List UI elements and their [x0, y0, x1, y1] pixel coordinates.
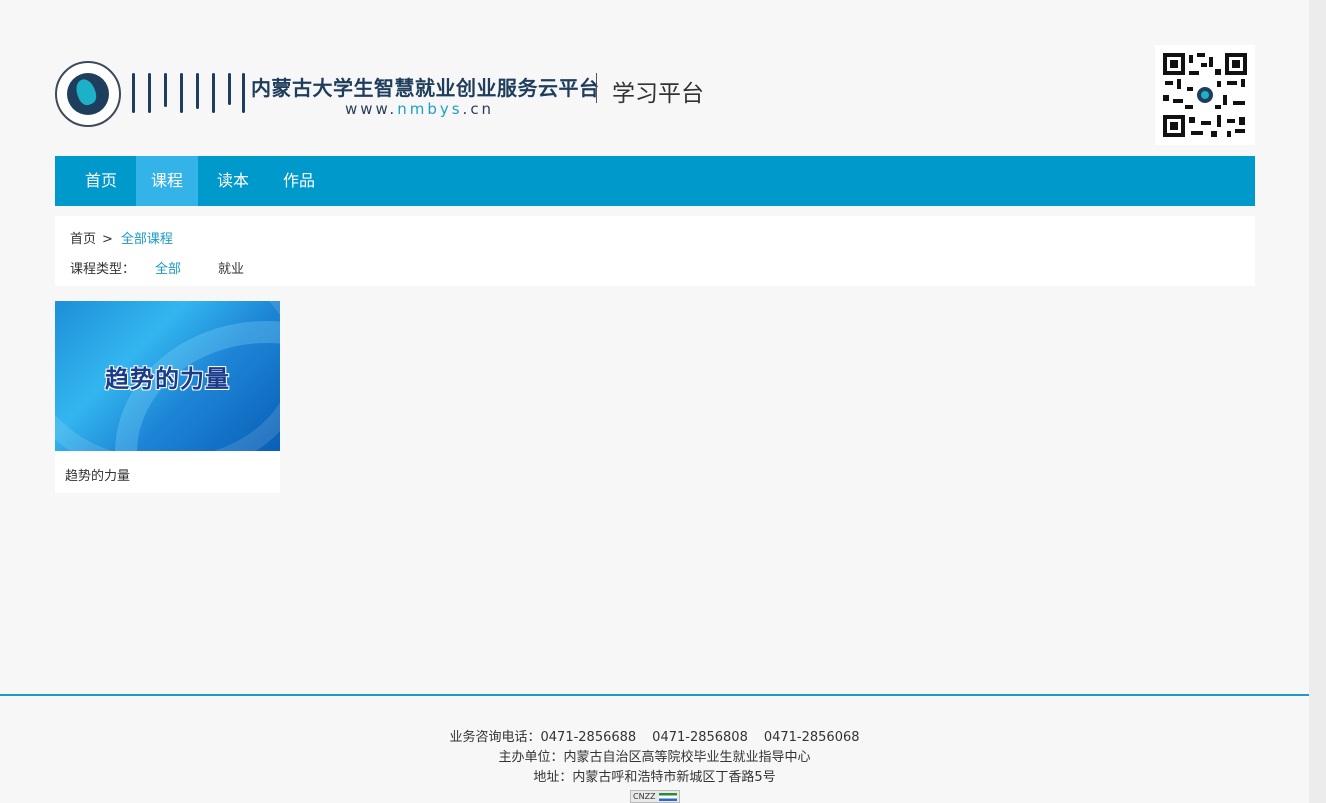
- breadcrumb-separator: >: [102, 232, 113, 247]
- footer-host: 主办单位：内蒙古自治区高等院校毕业生就业指导中心: [498, 750, 811, 765]
- site-header: 内蒙古大学生智慧就业创业服务云平台 www.nmbys.cn 学习平台: [55, 45, 1255, 145]
- cnzz-stats-badge-icon[interactable]: CNZZ: [630, 790, 680, 803]
- phone-number: 0471-2856688: [540, 730, 637, 745]
- footer-address: 地址：内蒙古呼和浩特市新城区丁香路5号: [533, 770, 776, 785]
- nav-item-courses[interactable]: 课程: [136, 156, 198, 206]
- phone-number: 0471-2856068: [763, 730, 860, 745]
- page: 内蒙古大学生智慧就业创业服务云平台 www.nmbys.cn 学习平台 首页 课…: [0, 0, 1309, 803]
- course-thumbnail-text: 趋势的力量: [105, 365, 230, 393]
- site-footer: 业务咨询电话：0471-2856688 0471-2856808 0471-2856…: [0, 728, 1309, 788]
- qr-code-icon: [1155, 45, 1255, 145]
- filter-option-all[interactable]: 全部: [155, 258, 181, 277]
- footer-divider: [0, 694, 1309, 696]
- course-filter-panel: 首页 > 全部课程 课程类型： 全部 就业: [55, 216, 1255, 286]
- vertical-scrollbar[interactable]: [1309, 0, 1326, 803]
- brand-title[interactable]: 内蒙古大学生智慧就业创业服务云平台: [251, 72, 600, 101]
- breadcrumb: 首页 > 全部课程: [70, 228, 173, 247]
- footer-phones: 业务咨询电话：0471-2856688 0471-2856808 0471-2856…: [449, 730, 860, 745]
- breadcrumb-home[interactable]: 首页: [70, 232, 96, 247]
- brand-url[interactable]: www.nmbys.cn: [345, 100, 494, 118]
- course-title[interactable]: 趋势的力量: [65, 465, 130, 484]
- platform-subtitle: 学习平台: [612, 81, 704, 107]
- course-type-label: 课程类型：: [70, 262, 136, 277]
- nav-item-works[interactable]: 作品: [268, 156, 330, 206]
- nav-item-home[interactable]: 首页: [70, 156, 132, 206]
- site-logo-icon[interactable]: [55, 61, 121, 127]
- mongolian-script-logo: [130, 73, 245, 117]
- filter-option-employment[interactable]: 就业: [218, 258, 244, 277]
- course-card[interactable]: 趋势的力量 趋势的力量: [55, 301, 280, 493]
- main-nav: 首页 课程 读本 作品: [55, 156, 1255, 206]
- course-thumbnail[interactable]: 趋势的力量: [55, 301, 280, 451]
- brand-divider: [596, 73, 597, 103]
- breadcrumb-current[interactable]: 全部课程: [121, 232, 173, 247]
- nav-item-readers[interactable]: 读本: [202, 156, 264, 206]
- phone-number: 0471-2856808: [652, 730, 748, 745]
